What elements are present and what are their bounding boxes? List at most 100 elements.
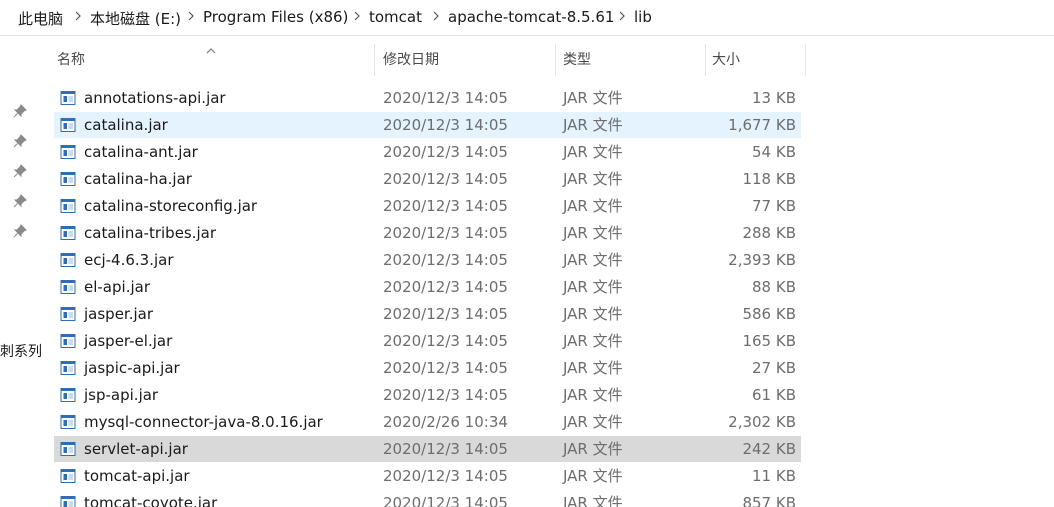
file-row[interactable]: ecj-4.6.3.jar 2020/12/3 14:05 JAR 文件 2,3… <box>54 247 801 273</box>
jar-file-icon <box>60 198 76 214</box>
file-type: JAR 文件 <box>563 278 623 296</box>
file-row[interactable]: jsp-api.jar 2020/12/3 14:05 JAR 文件 61 KB <box>54 382 801 408</box>
pin-icon[interactable] <box>13 103 27 118</box>
column-divider[interactable] <box>555 44 556 76</box>
file-size: 11 KB <box>752 467 796 485</box>
file-size: 2,302 KB <box>728 413 796 431</box>
breadcrumb-tomcat[interactable]: tomcat <box>369 8 422 26</box>
jar-file-icon <box>60 387 76 403</box>
chevron-right-icon[interactable] <box>71 9 85 23</box>
jar-file-icon <box>60 360 76 376</box>
chevron-right-icon[interactable] <box>184 9 198 23</box>
breadcrumb-apache-tomcat[interactable]: apache-tomcat-8.5.61 <box>448 8 614 26</box>
file-row[interactable]: catalina-storeconfig.jar 2020/12/3 14:05… <box>54 193 801 219</box>
file-size: 165 KB <box>742 332 796 350</box>
file-name: catalina-ant.jar <box>84 143 198 161</box>
pin-icon[interactable] <box>13 223 27 238</box>
file-name: catalina-tribes.jar <box>84 224 217 242</box>
column-divider[interactable] <box>374 44 375 76</box>
column-divider[interactable] <box>805 44 806 76</box>
jar-file-icon <box>60 495 76 507</box>
chevron-right-icon[interactable] <box>615 9 629 23</box>
file-row[interactable]: catalina.jar 2020/12/3 14:05 JAR 文件 1,67… <box>54 112 801 138</box>
file-type: JAR 文件 <box>563 305 623 323</box>
breadcrumb-lib[interactable]: lib <box>634 8 652 26</box>
file-type: JAR 文件 <box>563 440 623 458</box>
file-name: tomcat-api.jar <box>84 467 190 485</box>
file-size: 88 KB <box>752 278 796 296</box>
jar-file-icon <box>60 468 76 484</box>
file-date: 2020/12/3 14:05 <box>383 332 508 350</box>
file-date: 2020/2/26 10:34 <box>383 413 508 431</box>
pin-icon[interactable] <box>13 133 27 148</box>
file-type: JAR 文件 <box>563 197 623 215</box>
jar-file-icon <box>60 414 76 430</box>
navigation-pane <box>0 37 44 507</box>
chevron-right-icon[interactable] <box>429 9 443 23</box>
file-date: 2020/12/3 14:05 <box>383 305 508 323</box>
file-row[interactable]: catalina-ha.jar 2020/12/3 14:05 JAR 文件 1… <box>54 166 801 192</box>
address-bar[interactable]: 此电脑 本地磁盘 (E:) Program Files (x86) tomcat… <box>0 0 1054 36</box>
breadcrumb-drive-e[interactable]: 本地磁盘 (E:) <box>90 8 181 29</box>
jar-file-icon <box>60 441 76 457</box>
file-size: 54 KB <box>752 143 796 161</box>
chevron-right-icon[interactable] <box>350 9 364 23</box>
file-row[interactable]: jasper-el.jar 2020/12/3 14:05 JAR 文件 165… <box>54 328 801 354</box>
file-date: 2020/12/3 14:05 <box>383 440 508 458</box>
column-header-date[interactable]: 修改日期 <box>383 44 439 76</box>
file-size: 1,677 KB <box>728 116 796 134</box>
file-date: 2020/12/3 14:05 <box>383 494 508 507</box>
file-row[interactable]: tomcat-api.jar 2020/12/3 14:05 JAR 文件 11… <box>54 463 801 489</box>
file-name: catalina-storeconfig.jar <box>84 197 258 215</box>
file-type: JAR 文件 <box>563 332 623 350</box>
file-type: JAR 文件 <box>563 251 623 269</box>
file-name: el-api.jar <box>84 278 150 296</box>
file-date: 2020/12/3 14:05 <box>383 251 508 269</box>
file-row[interactable]: catalina-ant.jar 2020/12/3 14:05 JAR 文件 … <box>54 139 801 165</box>
file-row[interactable]: catalina-tribes.jar 2020/12/3 14:05 JAR … <box>54 220 801 246</box>
jar-file-icon <box>60 144 76 160</box>
file-name: tomcat-coyote.jar <box>84 494 218 507</box>
file-row[interactable]: mysql-connector-java-8.0.16.jar 2020/2/2… <box>54 409 801 435</box>
file-date: 2020/12/3 14:05 <box>383 197 508 215</box>
file-date: 2020/12/3 14:05 <box>383 359 508 377</box>
breadcrumb-program-files[interactable]: Program Files (x86) <box>203 8 348 26</box>
file-type: JAR 文件 <box>563 224 623 242</box>
file-name: jasper.jar <box>84 305 154 323</box>
file-date: 2020/12/3 14:05 <box>383 89 508 107</box>
file-size: 2,393 KB <box>728 251 796 269</box>
file-name: jsp-api.jar <box>84 386 159 404</box>
breadcrumb-this-pc[interactable]: 此电脑 <box>18 8 63 29</box>
file-date: 2020/12/3 14:05 <box>383 386 508 404</box>
jar-file-icon <box>60 333 76 349</box>
file-type: JAR 文件 <box>563 89 623 107</box>
nav-item-label[interactable]: 刺系列 <box>0 341 42 361</box>
file-type: JAR 文件 <box>563 359 623 377</box>
file-type: JAR 文件 <box>563 116 623 134</box>
file-row[interactable]: tomcat-coyote.jar 2020/12/3 14:05 JAR 文件… <box>54 490 801 507</box>
pin-icon[interactable] <box>13 193 27 208</box>
column-header-name[interactable]: 名称 <box>57 44 85 76</box>
file-size: 242 KB <box>742 440 796 458</box>
file-date: 2020/12/3 14:05 <box>383 224 508 242</box>
file-date: 2020/12/3 14:05 <box>383 143 508 161</box>
file-row[interactable]: servlet-api.jar 2020/12/3 14:05 JAR 文件 2… <box>54 436 801 462</box>
column-divider[interactable] <box>705 44 706 76</box>
jar-file-icon <box>60 252 76 268</box>
column-header-type[interactable]: 类型 <box>563 44 591 76</box>
pin-icon[interactable] <box>13 163 27 178</box>
file-row[interactable]: annotations-api.jar 2020/12/3 14:05 JAR … <box>54 85 801 111</box>
jar-file-icon <box>60 279 76 295</box>
file-row[interactable]: jaspic-api.jar 2020/12/3 14:05 JAR 文件 27… <box>54 355 801 381</box>
jar-file-icon <box>60 225 76 241</box>
file-size: 288 KB <box>742 224 796 242</box>
file-size: 13 KB <box>752 89 796 107</box>
file-row[interactable]: jasper.jar 2020/12/3 14:05 JAR 文件 586 KB <box>54 301 801 327</box>
column-header-size[interactable]: 大小 <box>712 44 740 76</box>
jar-file-icon <box>60 171 76 187</box>
file-name: catalina.jar <box>84 116 168 134</box>
file-row[interactable]: el-api.jar 2020/12/3 14:05 JAR 文件 88 KB <box>54 274 801 300</box>
jar-file-icon <box>60 90 76 106</box>
file-name: annotations-api.jar <box>84 89 226 107</box>
file-size: 77 KB <box>752 197 796 215</box>
